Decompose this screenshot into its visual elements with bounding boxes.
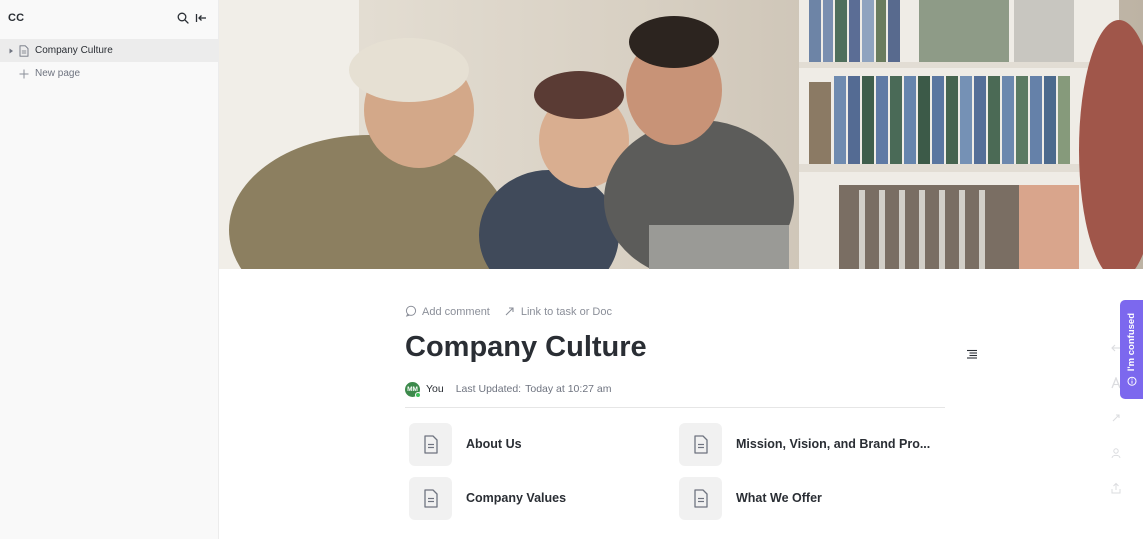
feedback-icon [1126,376,1137,386]
doc-actions: Add comment Link to task or Doc [405,300,945,324]
subpage-title: Mission, Vision, and Brand Pro... [736,437,931,451]
subpage-title: What We Offer [736,491,822,505]
subpage-card-what-we-offer[interactable]: What We Offer [679,476,822,520]
avatar[interactable]: MM [405,381,421,398]
doc-icon [17,44,30,57]
sidebar-header: CC [0,0,218,36]
workspace-title: CC [8,12,25,24]
search-icon[interactable] [174,9,192,27]
author-name: You [426,383,444,395]
subpage-grid: About Us Mission, Vision, and Brand Pro.… [405,422,945,532]
doc-icon [679,422,722,466]
people-icon[interactable] [1108,445,1124,461]
doc-meta: MM You Last Updated: Today at 10:27 am [405,379,945,399]
cover-image [219,0,1143,269]
sidebar-item-company-culture[interactable]: Company Culture [0,39,218,62]
comment-icon [405,305,417,320]
feedback-label: I'm confused [1126,312,1137,372]
doc-icon [409,422,452,466]
new-page-button[interactable]: New page [0,62,218,85]
subpage-title: About Us [466,437,522,451]
sidebar: CC Company Culture New page [0,0,219,539]
subpage-card-company-values[interactable]: Company Values [409,476,566,520]
link-task-label: Link to task or Doc [520,306,612,318]
doc-icon [409,476,452,520]
plus-icon [18,68,30,80]
last-updated-label: Last Updated: [455,383,522,395]
add-comment-button[interactable]: Add comment [405,305,490,320]
new-page-label: New page [35,68,81,79]
subpage-card-mission-vision[interactable]: Mission, Vision, and Brand Pro... [679,422,930,466]
link-icon [504,305,516,320]
subpage-title: Company Values [466,491,567,505]
sidebar-item-label: Company Culture [35,45,113,56]
collapse-sidebar-icon[interactable] [192,9,210,27]
doc-icon [679,476,722,520]
document: Add comment Link to task or Doc Company … [405,300,945,532]
link-icon[interactable] [1108,410,1124,426]
app-window: CC Company Culture New page Add comment … [0,0,1143,539]
feedback-tab-content: I'm confused [1126,313,1137,386]
divider [405,407,945,408]
outline-icon[interactable] [965,347,979,361]
subpage-card-about-us[interactable]: About Us [409,422,522,466]
page-title: Company Culture [405,331,647,363]
add-comment-label: Add comment [422,306,490,318]
last-updated-value: Today at 10:27 am [525,383,612,395]
link-task-button[interactable]: Link to task or Doc [504,305,612,320]
expand-caret-icon[interactable] [6,46,15,55]
share-icon[interactable] [1108,480,1124,496]
feedback-tab[interactable]: I'm confused [1120,300,1143,399]
